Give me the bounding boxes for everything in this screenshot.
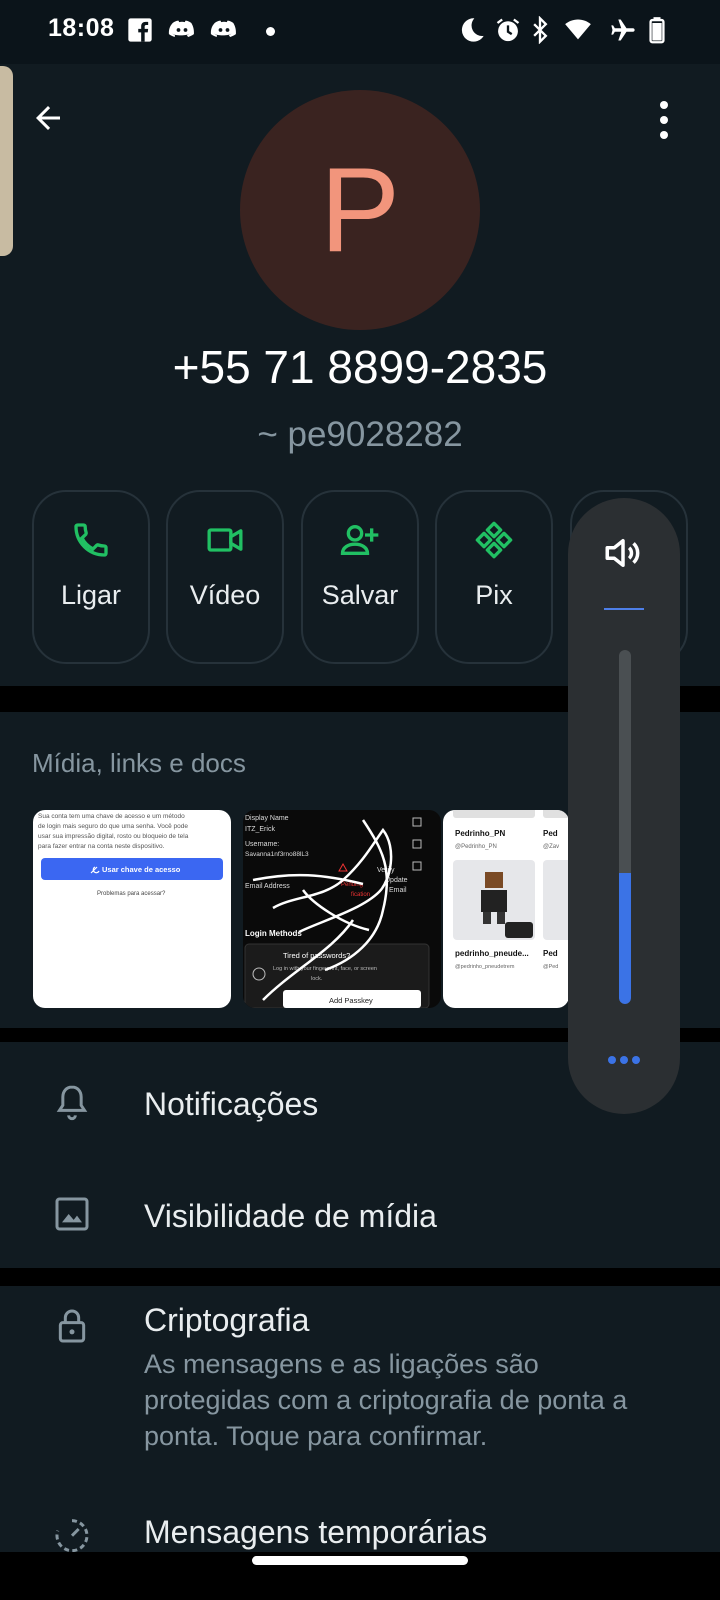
- thumb2-username-value: Savanna1nf3rno88lL3: [245, 851, 309, 858]
- thumb3-user2-handle: @Zav: [543, 844, 559, 850]
- image-icon: [55, 1197, 89, 1231]
- more-dot: [632, 1056, 640, 1064]
- bell-icon: [56, 1085, 88, 1121]
- save-label: Salvar: [321, 580, 399, 610]
- thumb3-user3-handle: @pedrinho_pneudetrem: [455, 964, 515, 970]
- call-label: Ligar: [60, 580, 122, 610]
- moon-icon: [461, 18, 484, 42]
- back-arrow-icon: [36, 106, 60, 130]
- phone-icon: [74, 523, 108, 557]
- discord-icon: [168, 20, 194, 37]
- media-thumb[interactable]: Display Name ITZ_Erick Username: Savanna…: [243, 810, 441, 1008]
- contact-push-name: ~ pe9028282: [257, 415, 463, 454]
- thumb3-user3-name: pedrinho_pneude...: [455, 949, 529, 958]
- edge-panel-handle[interactable]: [0, 66, 13, 256]
- edit-icon: [412, 861, 422, 871]
- roblox-avatar-leg: [497, 912, 505, 924]
- add-contact-icon: [340, 525, 379, 555]
- encryption-description: As mensagens e as ligações são protegida…: [144, 1349, 628, 1451]
- save-contact-button[interactable]: Salvar: [301, 490, 419, 664]
- more-dot: [660, 116, 668, 124]
- roblox-avatar-head: [485, 872, 503, 888]
- pix-button[interactable]: Pix: [435, 490, 553, 664]
- account-settings-screenshot: Display Name ITZ_Erick Username: Savanna…: [244, 815, 430, 1008]
- discord-icon: [210, 20, 236, 37]
- thumb1-line4: para fazer entrar na conta neste disposi…: [38, 843, 165, 850]
- bluetooth-icon: [533, 16, 548, 44]
- back-button[interactable]: [26, 96, 70, 140]
- battery-icon: [649, 17, 665, 44]
- thumb2-display-value: ITZ_Erick: [245, 826, 275, 833]
- thumb1-line2: de login mais seguro do que uma senha. V…: [38, 823, 188, 830]
- volume-level: [619, 873, 631, 1004]
- volume-slider[interactable]: [619, 650, 631, 1004]
- thumb3-user4-handle: @Ped: [543, 964, 558, 970]
- media-visibility-label: Visibilidade de mídia: [144, 1198, 437, 1234]
- video-label: Vídeo: [189, 580, 261, 610]
- wifi-icon: [565, 19, 591, 40]
- more-dot: [660, 131, 668, 139]
- thumb3-user2-name: Ped: [543, 829, 558, 838]
- thumb2-lock: lock.: [311, 976, 323, 982]
- section-divider: [0, 1268, 720, 1286]
- roblox-avatar-leg: [483, 912, 491, 924]
- alarm-icon: [496, 18, 520, 42]
- call-button[interactable]: Ligar: [32, 490, 150, 664]
- pix-label: Pix: [475, 580, 513, 610]
- edit-icon: [412, 817, 422, 827]
- speaker-icon[interactable]: [602, 532, 644, 574]
- thumb2-display-name: Display Name: [245, 815, 289, 822]
- avatar-card: [543, 860, 569, 940]
- contact-phone-number: +55 71 8899-2835: [172, 341, 548, 393]
- pix-icon: [475, 521, 513, 559]
- timer-icon: [55, 1519, 89, 1553]
- thumb3-user1-handle: @Pedrinho_PN: [455, 844, 497, 850]
- home-gesture-handle[interactable]: [252, 1556, 468, 1565]
- notification-dot: [266, 27, 275, 36]
- thumb3-user4-name: Ped: [543, 949, 558, 958]
- profile-card: [453, 810, 535, 818]
- media-title: Mídia, links e docs: [32, 748, 246, 778]
- media-thumb[interactable]: Sua conta tem uma chave de acesso e um m…: [33, 810, 231, 1008]
- more-options-button[interactable]: [652, 96, 676, 144]
- thumb2-add-passkey: Add Passkey: [329, 996, 373, 1005]
- media-thumb[interactable]: Pedrinho_PN @Pedrinho_PN Ped @Zav pedrin…: [443, 810, 569, 1008]
- volume-indicator-line: [604, 608, 644, 610]
- thumb1-button-text: Usar chave de acesso: [102, 865, 181, 874]
- encryption-title: Criptografia: [144, 1302, 310, 1338]
- more-dot: [660, 101, 668, 109]
- volume-more-button[interactable]: [608, 1056, 640, 1066]
- video-icon: [207, 528, 243, 552]
- encryption-row[interactable]: Criptografia As mensagens e as ligações …: [0, 1286, 720, 1553]
- volume-panel[interactable]: [568, 498, 680, 1114]
- status-bar: 18:08: [0, 0, 720, 64]
- profile-list-screenshot: Pedrinho_PN @Pedrinho_PN Ped @Zav pedrin…: [453, 810, 569, 970]
- warning-icon: [338, 862, 348, 872]
- thumb3-user1-name: Pedrinho_PN: [455, 829, 505, 838]
- add-friend-button: [505, 922, 533, 938]
- notifications-label: Notificações: [144, 1086, 319, 1122]
- thumb1-line1: Sua conta tem uma chave de acesso e um m…: [38, 813, 185, 820]
- thumb2-email: Email: [389, 887, 407, 894]
- roblox-avatar-body: [481, 890, 507, 912]
- disappearing-messages-label: Mensagens temporárias: [144, 1514, 488, 1550]
- avatar-letter: P: [319, 143, 401, 277]
- thumb2-username-label: Username:: [245, 841, 279, 848]
- video-call-button[interactable]: Vídeo: [166, 490, 284, 664]
- thumb1-link: Problemas para acessar?: [97, 891, 166, 897]
- thumb2-email-label: Email Address: [245, 883, 290, 890]
- edit-icon: [412, 839, 422, 849]
- more-dot: [608, 1056, 616, 1064]
- avatar[interactable]: P: [240, 90, 480, 330]
- lock-icon: [58, 1309, 86, 1343]
- thumb2-login-methods: Login Methods: [245, 929, 302, 938]
- media-visibility-row[interactable]: Visibilidade de mídia: [0, 1160, 720, 1268]
- thumb1-line3: usar sua impressão digital, rosto ou blo…: [38, 833, 189, 840]
- passkey-screenshot: Sua conta tem uma chave de acesso e um m…: [38, 813, 223, 897]
- more-dot: [620, 1056, 628, 1064]
- status-time: 18:08: [48, 14, 115, 42]
- thumb2-verification: fication: [351, 892, 370, 898]
- airplane-icon: [611, 19, 635, 41]
- facebook-icon: [128, 18, 152, 42]
